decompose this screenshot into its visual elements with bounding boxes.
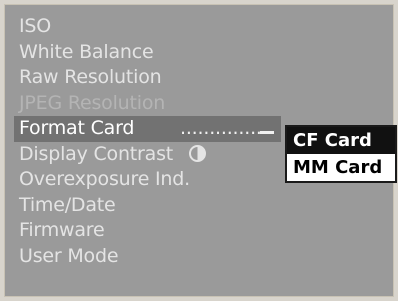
menu-item-jpeg-resolution: JPEG Resolution [14, 91, 284, 117]
menu-item-firmware[interactable]: Firmware [14, 218, 284, 244]
settings-menu: ISO White Balance Raw Resolution JPEG Re… [14, 14, 284, 269]
menu-item-iso[interactable]: ISO [14, 14, 284, 40]
menu-item-user-mode[interactable]: User Mode [14, 244, 284, 270]
submenu-arrow-icon [260, 131, 274, 134]
menu-item-label: Overexposure Ind. [19, 168, 190, 190]
menu-item-label: ISO [19, 15, 52, 37]
menu-item-label: Time/Date [19, 193, 116, 216]
menu-item-display-contrast[interactable]: Display Contrast [14, 142, 284, 168]
menu-item-label: Raw Resolution [19, 66, 162, 88]
menu-item-white-balance[interactable]: White Balance [14, 40, 284, 66]
submenu-item-mm-card[interactable]: MM Card [287, 154, 395, 181]
submenu-item-cf-card[interactable]: CF Card [287, 127, 395, 154]
menu-item-label: Display Contrast [19, 142, 174, 165]
menu-item-label: Format Card [19, 117, 135, 139]
menu-item-label: JPEG Resolution [19, 91, 166, 114]
menu-item-raw-resolution[interactable]: Raw Resolution [14, 65, 284, 91]
menu-item-format-card[interactable]: Format Card ................ [14, 116, 281, 142]
format-card-submenu: CF Card MM Card [285, 125, 397, 183]
submenu-item-label: CF Card [293, 130, 372, 151]
menu-item-label: White Balance [19, 40, 154, 63]
menu-item-label: User Mode [19, 244, 119, 267]
menu-item-leader-dots: ................ [180, 117, 274, 139]
menu-item-time-date[interactable]: Time/Date [14, 193, 284, 219]
menu-item-overexposure-ind[interactable]: Overexposure Ind. [14, 167, 284, 193]
submenu-item-label: MM Card [293, 157, 383, 178]
menu-item-label: Firmware [19, 219, 105, 241]
contrast-icon [188, 144, 206, 162]
